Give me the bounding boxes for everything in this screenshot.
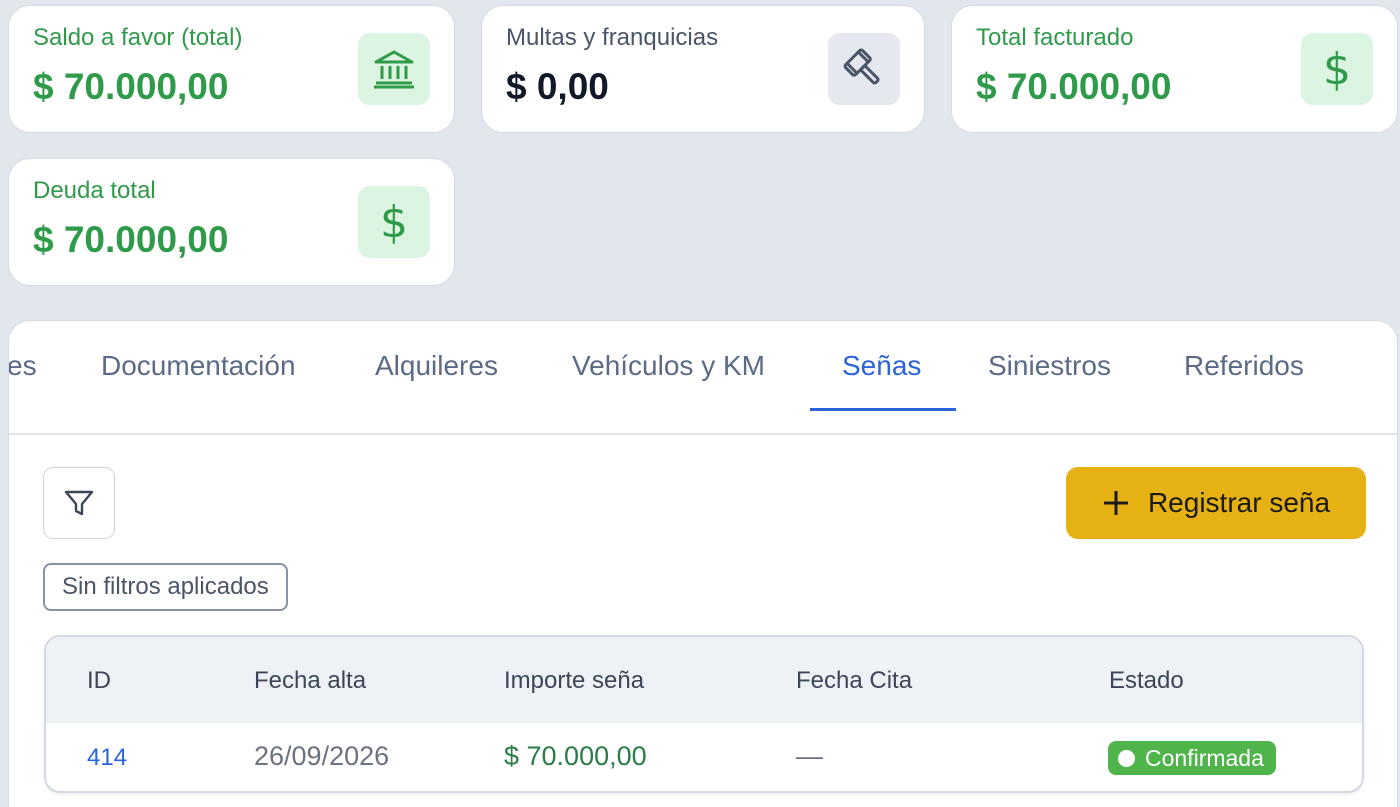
column-header-fecha-alta: Fecha alta	[254, 667, 367, 694]
card-total-facturado: Total facturado $ 70.000,00 $	[951, 5, 1398, 133]
card-saldo-a-favor: Saldo a favor (total) $ 70.000,00	[8, 5, 455, 133]
column-header-importe: Importe seña	[504, 667, 645, 694]
tab-siniestros[interactable]: Siniestros	[988, 349, 1111, 409]
status-badge: Confirmada	[1108, 741, 1276, 775]
card-deuda-total: Deuda total $ 70.000,00 $	[8, 158, 455, 286]
card-value: $ 70.000,00	[33, 219, 229, 260]
tab-bar: es Documentación Alquileres Vehículos y …	[9, 321, 1397, 435]
status-dot-icon	[1118, 749, 1135, 767]
card-value: $ 0,00	[506, 66, 609, 107]
dollar-glyph: $	[1323, 43, 1351, 95]
plus-icon	[1103, 491, 1128, 515]
bank-icon	[358, 33, 430, 105]
tab-referidos[interactable]: Referidos	[1184, 349, 1304, 409]
tab-documentacion[interactable]: Documentación	[101, 349, 296, 409]
column-header-id: ID	[87, 667, 111, 694]
row-fecha-alta: 26/09/2026	[254, 741, 390, 771]
registrar-sena-label: Registrar seña	[1147, 487, 1331, 518]
row-fecha-cita: —	[796, 741, 823, 771]
filter-icon	[64, 490, 94, 516]
card-value: $ 70.000,00	[33, 66, 229, 107]
card-multas: Multas y franquicias $ 0,00	[481, 5, 925, 133]
filter-button[interactable]	[43, 467, 115, 539]
status-badge-label: Confirmada	[1145, 745, 1264, 771]
tab-vehiculos-km[interactable]: Vehículos y KM	[572, 349, 765, 409]
card-label: Multas y franquicias	[506, 24, 719, 51]
column-header-estado: Estado	[1109, 667, 1184, 694]
dollar-glyph: $	[380, 196, 408, 248]
card-label: Deuda total	[33, 177, 156, 204]
senas-panel: es Documentación Alquileres Vehículos y …	[8, 320, 1398, 807]
tab-truncated[interactable]: es	[9, 349, 37, 409]
filter-status-chip: Sin filtros aplicados	[43, 563, 288, 611]
registrar-sena-button[interactable]: Registrar seña	[1066, 467, 1366, 539]
card-label: Saldo a favor (total)	[33, 24, 243, 51]
card-value: $ 70.000,00	[976, 66, 1172, 107]
senas-table: ID Fecha alta Importe seña Fecha Cita Es…	[44, 635, 1364, 793]
gavel-icon	[828, 33, 900, 105]
tab-senas[interactable]: Señas	[842, 349, 921, 409]
dollar-icon: $	[358, 186, 430, 258]
card-label: Total facturado	[976, 24, 1134, 51]
tab-alquileres[interactable]: Alquileres	[375, 349, 498, 409]
row-id-link[interactable]: 414	[87, 744, 127, 772]
dollar-icon: $	[1301, 33, 1373, 105]
column-header-fecha-cita: Fecha Cita	[796, 667, 913, 694]
table-header: ID Fecha alta Importe seña Fecha Cita Es…	[46, 637, 1362, 723]
row-importe: $ 70.000,00	[504, 741, 647, 771]
active-tab-indicator	[810, 408, 956, 411]
